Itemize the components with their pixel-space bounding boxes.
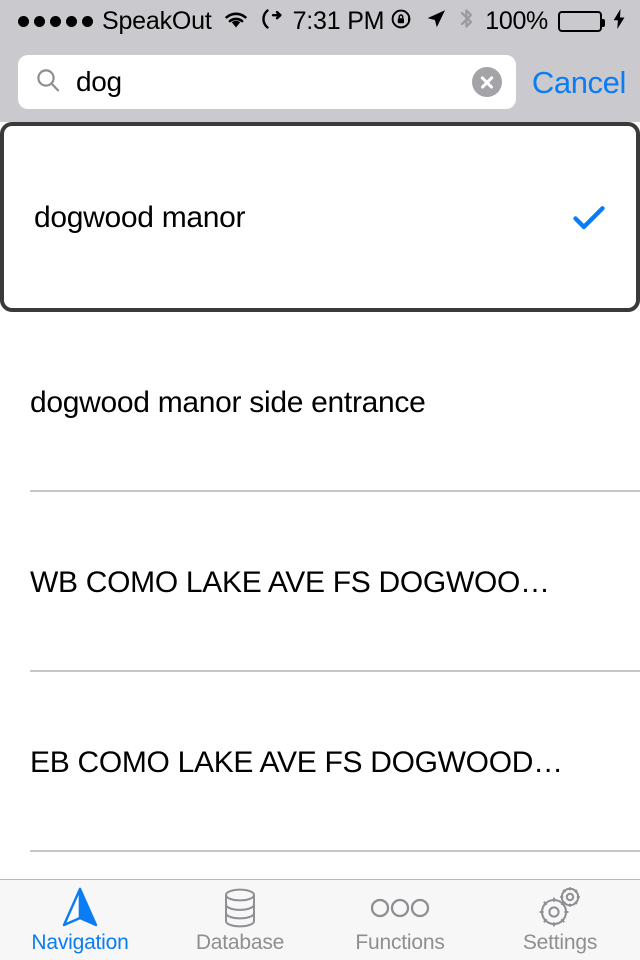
bluetooth-icon (458, 6, 475, 37)
search-header: dog Cancel (0, 42, 640, 122)
tab-label: Functions (355, 932, 444, 953)
tab-bar: Navigation Database Funct (0, 879, 640, 960)
rotation-lock-icon (390, 7, 414, 36)
battery-icon (558, 11, 602, 32)
tab-functions[interactable]: Functions (320, 880, 480, 960)
row-separator (30, 850, 640, 852)
tab-label: Navigation (31, 932, 128, 953)
location-arrow-icon (424, 7, 448, 36)
signal-strength-icon (18, 16, 93, 27)
database-cylinder-icon (218, 887, 262, 929)
status-bar: SpeakOut 7:31 PM (0, 0, 640, 42)
checkmark-icon (572, 200, 606, 234)
status-bar-clock: 7:31 PM (293, 9, 385, 34)
tab-navigation[interactable]: Navigation (0, 880, 160, 960)
clear-circle-icon[interactable] (472, 67, 502, 97)
table-row[interactable]: EB COMO LAKE AVE FS DOGWOOD… (0, 672, 640, 852)
tab-settings[interactable]: Settings (480, 880, 640, 960)
search-input[interactable]: dog (18, 55, 516, 109)
table-row[interactable]: dogwood manor (0, 122, 640, 312)
three-circles-icon (368, 887, 432, 929)
tab-database[interactable]: Database (160, 880, 320, 960)
cancel-button[interactable]: Cancel (532, 67, 626, 98)
location-services-arrow-icon (260, 7, 284, 36)
navigation-arrow-icon (57, 887, 103, 929)
status-bar-right: 100% (390, 6, 626, 37)
battery-percentage: 100% (485, 9, 548, 34)
charging-bolt-icon (612, 8, 626, 35)
carrier-name: SpeakOut (102, 9, 212, 34)
result-label: dogwood manor (34, 201, 245, 234)
search-results-list: dogwood manor dogwood manor side entranc… (0, 122, 640, 879)
search-icon (34, 66, 62, 99)
table-row[interactable]: dogwood manor side entrance (0, 312, 640, 492)
search-query-text: dog (76, 68, 472, 96)
result-label: dogwood manor side entrance (30, 386, 426, 419)
status-bar-left: SpeakOut 7:31 PM (18, 7, 384, 36)
gears-icon (536, 887, 584, 929)
app-screen: SpeakOut 7:31 PM (0, 0, 640, 960)
table-row[interactable]: WB COMO LAKE AVE FS DOGWOO… (0, 492, 640, 672)
result-label: WB COMO LAKE AVE FS DOGWOO… (30, 566, 550, 599)
wifi-icon (221, 8, 251, 35)
tab-label: Database (196, 932, 284, 953)
result-label: EB COMO LAKE AVE FS DOGWOOD… (30, 746, 563, 779)
tab-label: Settings (523, 932, 597, 953)
